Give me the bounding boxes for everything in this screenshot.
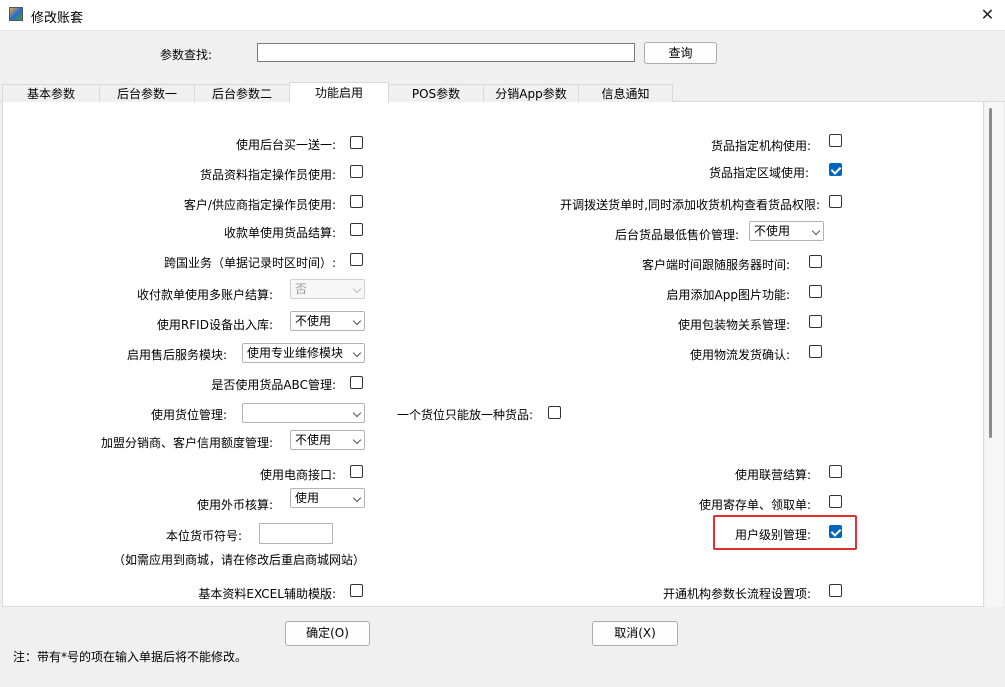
checkbox-goods-operator[interactable] <box>350 165 363 178</box>
label-local-currency-symbol: 本位货币符号: <box>165 529 242 543</box>
checkbox-user-level[interactable] <box>829 525 842 538</box>
label-cross-border: 跨国业务（单据记录时区时间）: <box>163 256 336 270</box>
checkbox-long-flow[interactable] <box>829 584 842 597</box>
label-ecommerce-api: 使用电商接口: <box>259 468 336 482</box>
cancel-button[interactable]: 取消(X) <box>592 621 678 646</box>
title-bar <box>0 0 1005 31</box>
label-consignment: 使用寄存单、领取单: <box>698 498 811 512</box>
label-buy-one-get-one: 使用后台买一送一: <box>235 138 336 152</box>
label-packaging: 使用包装物关系管理: <box>677 318 790 332</box>
tab-backend-params-1[interactable]: 后台参数一 <box>99 84 195 102</box>
select-location-manage[interactable] <box>242 403 365 423</box>
vertical-scrollbar[interactable] <box>985 102 1003 607</box>
tab-backend-params-2[interactable]: 后台参数二 <box>194 84 290 102</box>
checkbox-excel-template[interactable] <box>350 584 363 597</box>
checkbox-goods-org[interactable] <box>829 134 842 147</box>
checkbox-packaging[interactable] <box>809 315 822 328</box>
label-long-flow: 开通机构参数长流程设置项: <box>662 587 811 601</box>
label-abc-manage: 是否使用货品ABC管理: <box>211 378 336 392</box>
ok-button[interactable]: 确定(O) <box>285 621 370 646</box>
scrollbar-thumb[interactable] <box>989 108 992 438</box>
select-multi-account[interactable]: 否 <box>290 279 365 299</box>
tab-feature-enable[interactable]: 功能启用 <box>289 82 389 103</box>
label-logistics: 使用物流发货确认: <box>689 348 790 362</box>
checkbox-customer-supplier-operator[interactable] <box>350 195 363 208</box>
checkbox-consignment[interactable] <box>829 495 842 508</box>
checkbox-goods-region[interactable] <box>829 163 842 176</box>
app-icon <box>9 7 23 21</box>
label-transfer-permission: 开调拨送货单时,同时添加收货机构查看货品权限: <box>560 198 820 212</box>
checkbox-app-image[interactable] <box>809 285 822 298</box>
label-one-goods-per-location: 一个货位只能放一种货品: <box>397 408 534 422</box>
checkbox-client-time[interactable] <box>809 255 822 268</box>
label-customer-supplier-operator: 客户/供应商指定操作员使用: <box>183 198 336 212</box>
checkbox-transfer-permission[interactable] <box>829 195 842 208</box>
label-min-price: 后台货品最低售价管理: <box>614 228 739 242</box>
label-app-image: 启用添加App图片功能: <box>666 288 791 302</box>
select-min-price[interactable]: 不使用 <box>749 221 824 241</box>
label-excel-template: 基本资料EXCEL辅助模版: <box>198 587 336 601</box>
checkbox-joint-settle[interactable] <box>829 465 842 478</box>
checkbox-receipt-goods-settle[interactable] <box>350 223 363 236</box>
search-input[interactable] <box>257 43 635 62</box>
label-client-time: 客户端时间跟随服务器时间: <box>641 258 790 272</box>
label-after-sales: 启用售后服务模块: <box>126 348 227 362</box>
label-foreign-currency: 使用外币核算: <box>196 498 273 512</box>
checkbox-buy-one-get-one[interactable] <box>350 136 363 149</box>
window-title: 修改账套 <box>31 11 84 26</box>
search-button[interactable]: 查询 <box>644 42 717 64</box>
label-goods-region: 货品指定区域使用: <box>708 166 809 180</box>
label-rfid: 使用RFID设备出入库: <box>156 318 273 332</box>
label-joint-settle: 使用联营结算: <box>734 468 811 482</box>
label-goods-operator: 货品资料指定操作员使用: <box>199 168 336 182</box>
label-receipt-goods-settle: 收款单使用货品结算: <box>223 226 336 240</box>
select-foreign-currency[interactable]: 使用 <box>290 488 365 508</box>
label-location-manage: 使用货位管理: <box>150 408 227 422</box>
checkbox-ecommerce-api[interactable] <box>350 465 363 478</box>
tab-basic-params[interactable]: 基本参数 <box>2 84 100 102</box>
tab-distribution-app-params[interactable]: 分销App参数 <box>483 84 579 102</box>
label-user-level: 用户级别管理: <box>734 528 811 542</box>
label-franchise-credit: 加盟分销商、客户信用额度管理: <box>100 436 273 450</box>
checkbox-one-goods-per-location[interactable] <box>548 406 561 419</box>
checkbox-abc-manage[interactable] <box>350 376 363 389</box>
input-local-currency-symbol[interactable] <box>259 523 333 544</box>
checkbox-logistics[interactable] <box>809 345 822 358</box>
select-rfid[interactable]: 不使用 <box>290 311 365 331</box>
mall-restart-note: （如需应用到商城，请在修改后重启商城网站） <box>113 553 366 567</box>
checkbox-cross-border[interactable] <box>350 253 363 266</box>
close-button[interactable]: ✕ <box>970 0 1005 30</box>
select-franchise-credit[interactable]: 不使用 <box>290 430 365 450</box>
tab-pos-params[interactable]: POS参数 <box>388 84 484 102</box>
label-goods-org: 货品指定机构使用: <box>710 139 811 153</box>
label-multi-account: 收付款单使用多账户结算: <box>136 288 273 302</box>
search-label: 参数查找: <box>160 48 213 62</box>
select-after-sales[interactable]: 使用专业维修模块 <box>242 343 365 363</box>
tab-notifications[interactable]: 信息通知 <box>578 84 673 102</box>
footer-note: 注：带有*号的项在输入单据后将不能修改。 <box>13 650 248 664</box>
